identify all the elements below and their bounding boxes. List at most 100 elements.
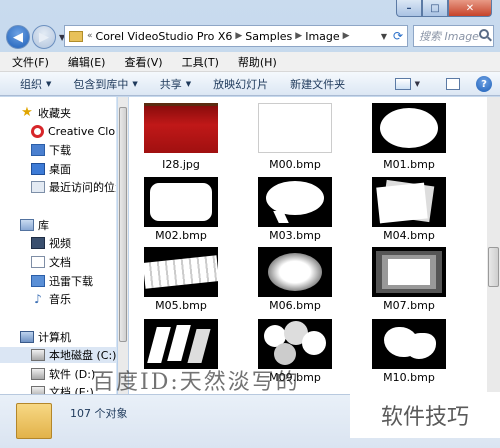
folder-icon (69, 30, 83, 42)
sidebar-item-drive-e[interactable]: 文档 (E:) (31, 384, 94, 394)
sidebar-item-creative-cloud[interactable]: Creative Cloud (31, 123, 116, 139)
view-options-icon[interactable] (394, 78, 411, 90)
address-bar[interactable]: « Corel VideoStudio Pro X6 ▶ Samples ▶ I… (64, 25, 408, 47)
preview-pane-icon[interactable] (446, 78, 460, 90)
new-folder-button[interactable]: 新建文件夹 (290, 76, 345, 92)
search-icon[interactable] (479, 29, 489, 39)
help-icon[interactable]: ? (476, 76, 492, 92)
sidebar-item-label: 文档 (E:) (49, 386, 94, 394)
breadcrumb-samples[interactable]: Samples (245, 30, 292, 43)
menu-file[interactable]: 文件(F) (12, 54, 49, 70)
sidebar-item-recent-places[interactable]: 最近访问的位置 (31, 179, 116, 195)
sidebar-item-label: 计算机 (38, 331, 71, 344)
navigation-pane: ★ 收藏夹 Creative Cloud 下载 桌面 最近访问的位置 库 视频 文… (0, 97, 117, 394)
sidebar-item-label: 收藏夹 (38, 107, 71, 120)
sidebar-item-documents[interactable]: 文档 (31, 254, 71, 270)
speech-bubble-mask-thumbnail (258, 177, 332, 227)
sidebar-item-label: 视频 (49, 237, 71, 250)
include-in-library-button[interactable]: 包含到库中 ▼ (73, 76, 137, 92)
breadcrumb-separator-icon[interactable]: ▶ (235, 31, 242, 41)
menu-tools[interactable]: 工具(T) (182, 54, 219, 70)
sidebar-item-videos[interactable]: 视频 (31, 235, 71, 251)
menu-view[interactable]: 查看(V) (124, 54, 162, 70)
include-in-library-label: 包含到库中 (73, 77, 129, 91)
recent-places-icon (31, 181, 45, 193)
documents-library-icon (31, 256, 45, 268)
file-name: M01.bmp (383, 158, 435, 171)
film-strip-mask-thumbnail (144, 247, 218, 297)
sidebar-item-label: 库 (38, 219, 49, 232)
refresh-icon[interactable]: ⟳ (393, 29, 403, 43)
chevron-down-icon: ▼ (46, 79, 52, 88)
thunder-download-icon (31, 275, 45, 287)
sidebar-item-desktop[interactable]: 桌面 (31, 161, 71, 177)
sidebar-item-music[interactable]: ♪ 音乐 (31, 291, 71, 307)
sidebar-item-drive-d[interactable]: 软件 (D:) (31, 366, 95, 382)
back-button[interactable]: ◀ (6, 25, 30, 49)
toolbar-right-group: ▼ ? (394, 76, 492, 92)
breadcrumb-image[interactable]: Image (305, 30, 339, 43)
downloads-folder-icon (31, 144, 45, 156)
breadcrumb-corel[interactable]: Corel VideoStudio Pro X6 (96, 30, 233, 43)
menu-edit[interactable]: 编辑(E) (68, 54, 106, 70)
computer-icon (20, 331, 34, 343)
breadcrumb-separator-icon[interactable]: ▶ (295, 31, 302, 41)
organize-button[interactable]: 组织 ▼ (20, 76, 51, 92)
sidebar-item-favorites[interactable]: ★ 收藏夹 (20, 105, 71, 121)
sidebar-item-thunder-downloads[interactable]: 迅雷下载 (31, 273, 93, 289)
star-icon: ★ (21, 105, 33, 120)
command-bar: 组织 ▼ 包含到库中 ▼ 共享 ▼ 放映幻灯片 新建文件夹 ▼ ? (0, 72, 500, 96)
navigation-row: ◀ ▶ ▼ « Corel VideoStudio Pro X6 ▶ Sampl… (0, 22, 500, 52)
file-name: M03.bmp (269, 229, 321, 242)
search-input[interactable]: 搜索 Image (413, 25, 494, 47)
watermark-badge: 软件技巧 (350, 392, 500, 438)
file-list-scrollbar[interactable] (487, 97, 500, 394)
sidebar-item-label: 软件 (D:) (49, 368, 96, 381)
sidebar-item-label: 最近访问的位置 (49, 181, 116, 194)
scrollbar-thumb[interactable] (488, 247, 499, 287)
hard-disk-icon (31, 386, 45, 394)
menu-bar: 文件(F) 编辑(E) 查看(V) 工具(T) 帮助(H) (0, 52, 500, 72)
item-count: 107 个对象 (70, 407, 128, 420)
search-placeholder: 搜索 Image (419, 30, 479, 43)
view-dropdown-icon[interactable]: ▼ (415, 80, 420, 88)
file-name: M04.bmp (383, 229, 435, 242)
address-dropdown-icon[interactable]: ▼ (381, 32, 387, 41)
forward-button[interactable]: ▶ (32, 25, 56, 49)
file-name: M06.bmp (269, 299, 321, 312)
address-overflow[interactable]: « (87, 31, 93, 41)
navigation-pane-scrollbar[interactable] (118, 97, 128, 394)
sidebar-item-computer[interactable]: 计算机 (20, 329, 71, 345)
share-button[interactable]: 共享 ▼ (160, 76, 191, 92)
sidebar-item-label: 本地磁盘 (C:) (49, 349, 117, 362)
shards-mask-thumbnail (144, 319, 218, 369)
splat-mask-thumbnail (372, 319, 446, 369)
breadcrumb-separator-icon[interactable]: ▶ (343, 31, 350, 41)
watermark-text: 百度ID:天然淡写的 (92, 370, 300, 395)
menu-help[interactable]: 帮助(H) (238, 54, 277, 70)
minimize-button[interactable]: – (396, 0, 422, 17)
file-name: M10.bmp (383, 371, 435, 384)
sidebar-item-libraries[interactable]: 库 (20, 217, 49, 233)
file-name: M00.bmp (269, 158, 321, 171)
slideshow-label: 放映幻灯片 (213, 77, 269, 91)
sidebar-item-downloads[interactable]: 下载 (31, 142, 71, 158)
window-controls: – □ ✕ (396, 0, 492, 17)
rounded-rect-mask-thumbnail (144, 177, 218, 227)
slideshow-button[interactable]: 放映幻灯片 (213, 76, 268, 92)
desktop-icon (31, 163, 45, 175)
red-texture-thumbnail (144, 103, 218, 153)
sidebar-item-drive-c[interactable]: 本地磁盘 (C:) (0, 347, 117, 363)
sidebar-item-label: 迅雷下载 (49, 275, 93, 288)
maximize-button[interactable]: □ (422, 0, 448, 17)
chevron-down-icon: ▼ (185, 79, 192, 88)
file-name: M02.bmp (155, 229, 207, 242)
sidebar-item-label: 文档 (49, 256, 71, 269)
scrollbar-thumb[interactable] (119, 107, 127, 342)
explorer-window: – □ ✕ ◀ ▶ ▼ « Corel VideoStudio Pro X6 ▶… (0, 0, 500, 448)
hard-disk-icon (31, 349, 45, 361)
file-name: M07.bmp (383, 299, 435, 312)
file-name: M05.bmp (155, 299, 207, 312)
share-label: 共享 (159, 77, 182, 91)
close-button[interactable]: ✕ (448, 0, 492, 17)
